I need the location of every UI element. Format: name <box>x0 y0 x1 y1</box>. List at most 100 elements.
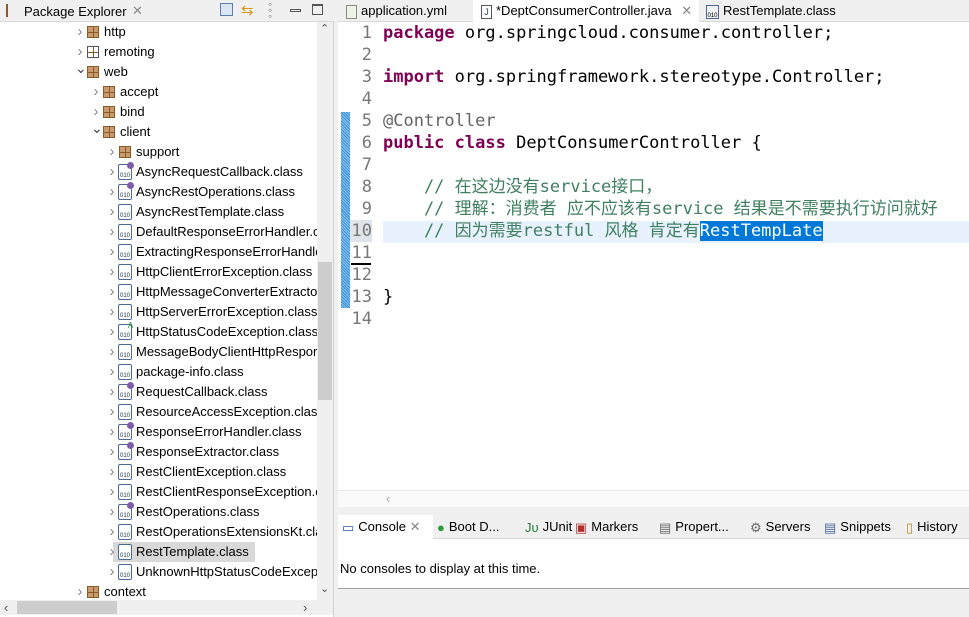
tree-item[interactable]: › 010 A HttpStatusCodeException.class <box>0 322 319 342</box>
chevron-right-icon[interactable]: › <box>107 422 117 442</box>
code-line[interactable]: } <box>383 286 393 308</box>
tab-snippets[interactable]: ▤ Snippets <box>820 515 902 539</box>
chevron-right-icon[interactable]: › <box>107 362 117 382</box>
chevron-right-icon[interactable]: › <box>107 282 117 302</box>
tab-label: History <box>917 519 958 534</box>
tree-item[interactable]: ⌄ client <box>0 120 317 142</box>
chevron-right-icon[interactable]: › <box>107 482 117 502</box>
tab-boot-d[interactable]: ● Boot D... <box>433 515 521 539</box>
minimize-icon[interactable] <box>290 9 301 12</box>
tree-item[interactable]: › 010 ResponseExtractor.class <box>0 442 317 462</box>
tab-servers[interactable]: ⚙ Servers <box>746 515 820 539</box>
tab-label: JUnit <box>542 519 573 534</box>
tree-item[interactable]: › http <box>0 22 317 42</box>
snippets-icon: ▤ <box>824 519 837 535</box>
class-file-icon: 010 <box>118 162 134 180</box>
tree-item[interactable]: ⌄ web <box>0 60 317 82</box>
tree-item[interactable]: › 010 AsyncRestTemplate.class <box>0 202 317 222</box>
tab-junit[interactable]: Jᴜ JUnit <box>521 515 573 539</box>
chevron-right-icon[interactable]: › <box>107 402 117 422</box>
class-file-icon: 010 <box>118 422 134 440</box>
tree-item-label: HttpStatusCodeException.class <box>136 324 319 339</box>
chevron-right-icon[interactable]: › <box>107 262 117 282</box>
chevron-right-icon[interactable]: › <box>107 162 117 182</box>
tab-application-yml[interactable]: application.yml <box>338 0 473 22</box>
chevron-right-icon[interactable]: › <box>107 142 117 162</box>
chevron-down-icon[interactable]: ⌄ <box>75 58 87 78</box>
tree-item[interactable]: › 010 RestOperationsExtensionsKt.cla <box>0 522 322 542</box>
close-tab-icon[interactable]: ✕ <box>681 3 692 18</box>
chevron-right-icon[interactable]: › <box>75 22 85 42</box>
chevron-right-icon[interactable]: › <box>91 82 101 102</box>
chevron-right-icon[interactable]: › <box>107 462 117 482</box>
editor-tabs: application.yml J *DeptConsumerController… <box>338 0 969 22</box>
tree-item[interactable]: › 010 MessageBodyClientHttpRespor <box>0 342 317 362</box>
chevron-right-icon[interactable]: › <box>107 562 117 582</box>
close-tab-icon[interactable]: ✕ <box>406 519 421 534</box>
code-editor[interactable] <box>338 22 969 490</box>
code-line[interactable]: // 因为需要restful 风格 肯定有RestTempLate <box>383 220 823 242</box>
chevron-right-icon[interactable]: › <box>107 222 117 242</box>
line-number: 12 <box>351 265 372 285</box>
chevron-right-icon[interactable]: › <box>107 382 117 402</box>
class-file-icon: 010 <box>118 502 134 520</box>
close-icon[interactable]: ✕ <box>132 3 143 19</box>
tree-item[interactable]: › remoting <box>0 42 317 62</box>
code-line[interactable]: public class DeptConsumerController { <box>383 132 762 154</box>
code-line[interactable]: // 理解：消费者 应不应该有service 结果是不需要执行访问就好 <box>383 198 938 220</box>
chevron-right-icon[interactable]: › <box>107 242 117 262</box>
chevron-right-icon[interactable]: › <box>107 442 117 462</box>
tab-console[interactable]: ▭ Console ✕ <box>338 515 433 539</box>
tree-item[interactable]: › 010 RestClientException.class <box>0 462 317 482</box>
markers-icon: ▣ <box>575 519 588 535</box>
tree-item[interactable]: › support <box>0 142 317 162</box>
tree-item[interactable]: › 010 HttpMessageConverterExtracto <box>0 282 317 302</box>
chevron-right-icon[interactable]: › <box>107 502 117 522</box>
view-menu-icon[interactable]: ◦ ◦ ◦ <box>268 0 274 22</box>
maximize-icon[interactable] <box>312 4 323 15</box>
chevron-right-icon[interactable]: › <box>107 302 117 322</box>
chevron-right-icon[interactable]: › <box>107 322 117 342</box>
code-line[interactable]: package org.springcloud.consumer.control… <box>383 22 833 44</box>
tree-item[interactable]: › 010 RestOperations.class <box>0 502 317 522</box>
tab-label: *DeptConsumerController.java <box>496 3 672 18</box>
tree-scrollbar-thumb[interactable] <box>318 262 332 400</box>
tab-history[interactable]: ▯ History <box>902 515 969 539</box>
tree-item-label: UnknownHttpStatusCodeExcept <box>136 564 322 579</box>
tree-hscrollbar-thumb[interactable] <box>17 601 117 614</box>
tab-deptconsumercontroller-java[interactable]: J *DeptConsumerController.java ✕ <box>473 0 699 22</box>
editor-horizontal-scrollbar[interactable]: ‹ <box>338 490 969 507</box>
tree-item[interactable]: › 010 HttpServerErrorException.class <box>0 302 317 322</box>
tree-item[interactable]: › context <box>0 582 317 602</box>
line-number: 11 <box>351 243 372 263</box>
tab-markers[interactable]: ▣ Markers <box>571 515 655 539</box>
tree-item[interactable]: › 010 HttpClientErrorException.class <box>0 262 317 282</box>
chevron-right-icon[interactable]: › <box>75 582 85 602</box>
chevron-down-icon[interactable]: ⌄ <box>91 118 103 138</box>
tree-item[interactable]: › 010 ResponseErrorHandler.class <box>0 422 317 442</box>
tree-item[interactable]: › 010 package-info.class <box>0 362 317 382</box>
tree-item[interactable]: › 010 RestTemplate.class <box>110 542 255 562</box>
chevron-right-icon[interactable]: › <box>107 202 117 222</box>
tree-item[interactable]: › 010 UnknownHttpStatusCodeExcept <box>0 562 322 582</box>
code-line[interactable]: @Controller <box>383 110 496 132</box>
tab-propert[interactable]: ▤ Propert... <box>655 515 746 539</box>
tree-item[interactable]: › accept <box>0 82 317 102</box>
tree-item[interactable]: › 010 RequestCallback.class <box>0 382 317 402</box>
tree-item[interactable]: › 010 AsyncRequestCallback.class <box>0 162 317 182</box>
code-line[interactable]: import org.springframework.stereotype.Co… <box>383 66 885 88</box>
tree-item[interactable]: › 010 ExtractingResponseErrorHandle <box>0 242 322 262</box>
code-line[interactable]: // 在这边没有service接口， <box>383 176 662 198</box>
tree-item[interactable]: › 010 DefaultResponseErrorHandler.c <box>0 222 320 242</box>
chevron-right-icon[interactable]: › <box>107 342 117 362</box>
chevron-right-icon[interactable]: › <box>107 522 117 542</box>
tree-item[interactable]: › bind <box>0 102 317 122</box>
chevron-right-icon[interactable]: › <box>107 182 117 202</box>
collapse-all-icon[interactable] <box>220 3 233 16</box>
tree-item[interactable]: › 010 ResourceAccessException.class <box>0 402 324 422</box>
tree-item[interactable]: › 010 RestClientResponseException.c <box>0 482 322 502</box>
link-with-editor-icon[interactable]: ⇆ <box>241 1 254 19</box>
tab-resttemplate-class[interactable]: 010 RestTemplate.class <box>702 0 862 22</box>
chevron-right-icon[interactable]: › <box>107 542 117 562</box>
tree-item[interactable]: › 010 AsyncRestOperations.class <box>0 182 317 202</box>
